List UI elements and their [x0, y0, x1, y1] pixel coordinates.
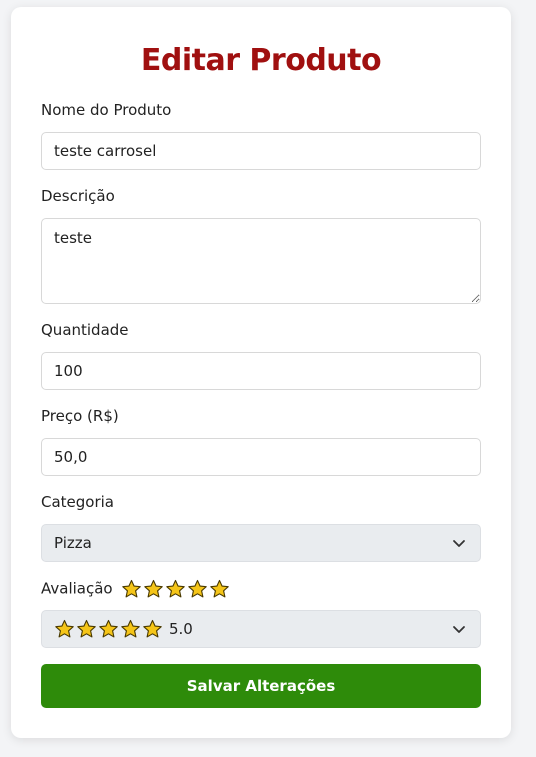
category-label: Categoria — [41, 493, 115, 511]
star-icon — [121, 619, 140, 638]
star-icon — [99, 619, 118, 638]
product-name-label: Nome do Produto — [41, 101, 172, 119]
rating-label: Avaliação — [41, 579, 113, 598]
price-input[interactable] — [41, 438, 481, 476]
star-icon — [210, 579, 230, 598]
save-changes-button[interactable]: Salvar Alterações — [41, 664, 481, 708]
star-icon — [188, 579, 208, 598]
chevron-down-icon — [453, 626, 465, 633]
star-icon — [77, 619, 96, 638]
quantity-label: Quantidade — [41, 321, 129, 339]
category-selected-value: Pizza — [54, 534, 92, 552]
product-name-input[interactable] — [41, 132, 481, 170]
chevron-down-icon — [453, 540, 465, 547]
description-textarea[interactable]: teste — [41, 218, 481, 304]
star-icon — [122, 579, 142, 598]
description-label: Descrição — [41, 187, 115, 205]
star-icon — [166, 579, 186, 598]
page-title: Editar Produto — [140, 43, 382, 78]
rating-select[interactable]: 5.0 — [41, 610, 481, 648]
star-icon — [144, 579, 164, 598]
rating-select-stars — [54, 619, 163, 639]
edit-product-card: Editar Produto Nome do Produto Descrição… — [11, 7, 511, 738]
rating-stars-display — [121, 579, 230, 599]
rating-selected-value: 5.0 — [169, 620, 193, 638]
price-label: Preço (R$) — [41, 407, 119, 425]
star-icon — [143, 619, 162, 638]
quantity-input[interactable] — [41, 352, 481, 390]
rating-label-row: Avaliação — [41, 579, 230, 599]
category-select[interactable]: Pizza — [41, 524, 481, 562]
star-icon — [55, 619, 74, 638]
